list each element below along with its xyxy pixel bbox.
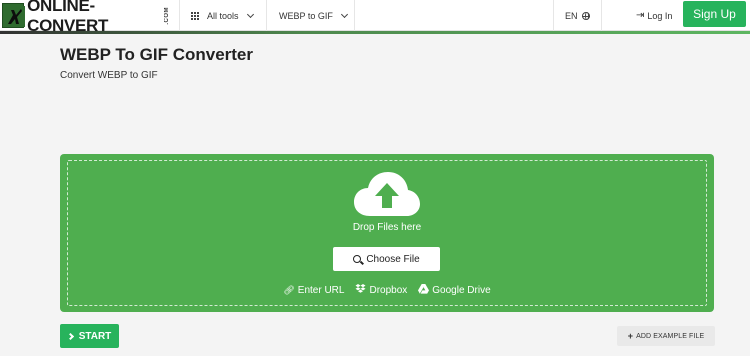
link-icon: 🔗︎ bbox=[283, 284, 295, 295]
drop-files-text: Drop Files here bbox=[352, 222, 422, 233]
login-link[interactable]: ⇥ Log In bbox=[636, 0, 672, 31]
login-icon: ⇥ bbox=[636, 10, 645, 21]
add-example-file-button[interactable]: + ADD EXAMPLE FILE bbox=[617, 326, 715, 346]
divider bbox=[553, 0, 554, 31]
grid-icon bbox=[191, 11, 199, 20]
logo-com: .COM bbox=[164, 6, 170, 25]
all-tools-label: All tools bbox=[207, 10, 239, 21]
start-button[interactable]: START bbox=[60, 324, 119, 348]
upload-cloud-icon bbox=[352, 170, 422, 225]
chevron-down-icon bbox=[340, 10, 348, 18]
search-icon bbox=[353, 255, 362, 263]
choose-file-label: Choose File bbox=[366, 253, 420, 265]
enter-url-link[interactable]: 🔗︎ Enter URL bbox=[283, 284, 344, 296]
globe-icon bbox=[581, 11, 590, 20]
divider bbox=[601, 0, 602, 31]
google-drive-icon bbox=[418, 284, 430, 296]
page-subtitle: Convert WEBP to GIF bbox=[60, 70, 158, 81]
chevron-down-icon bbox=[246, 10, 254, 18]
upload-sources: 🔗︎ Enter URL Dropbox Google Drive bbox=[60, 284, 714, 296]
conversion-menu[interactable]: WEBP to GIF bbox=[279, 0, 348, 31]
page-title: WEBP To GIF Converter bbox=[60, 45, 254, 64]
divider bbox=[179, 0, 180, 31]
top-header: ONLINE-CONVERT .COM All tools WEBP to GI… bbox=[0, 0, 750, 35]
language-selector[interactable]: EN bbox=[565, 0, 590, 31]
all-tools-menu[interactable]: All tools bbox=[191, 0, 254, 31]
divider bbox=[266, 0, 267, 31]
chevron-right-icon bbox=[66, 332, 74, 340]
signup-button[interactable]: Sign Up bbox=[683, 1, 746, 27]
google-drive-link[interactable]: Google Drive bbox=[418, 284, 491, 296]
plus-icon: + bbox=[627, 331, 634, 341]
add-example-label: ADD EXAMPLE FILE bbox=[636, 332, 705, 340]
choose-file-button[interactable]: Choose File bbox=[333, 247, 440, 271]
start-label: START bbox=[78, 330, 112, 342]
language-label: EN bbox=[565, 10, 578, 21]
conversion-label: WEBP to GIF bbox=[279, 10, 333, 21]
dropbox-link[interactable]: Dropbox bbox=[355, 284, 407, 296]
header-accent-line bbox=[0, 31, 750, 34]
logo-icon bbox=[2, 3, 25, 28]
dropbox-label: Dropbox bbox=[369, 284, 408, 296]
dropbox-icon bbox=[355, 284, 366, 296]
file-dropzone[interactable]: Drop Files here Choose File 🔗︎ Enter URL… bbox=[60, 154, 714, 312]
login-label: Log In bbox=[647, 10, 673, 21]
google-drive-label: Google Drive bbox=[432, 284, 491, 296]
divider bbox=[354, 0, 355, 31]
site-logo[interactable]: ONLINE-CONVERT .COM bbox=[2, 0, 170, 35]
enter-url-label: Enter URL bbox=[297, 284, 345, 296]
